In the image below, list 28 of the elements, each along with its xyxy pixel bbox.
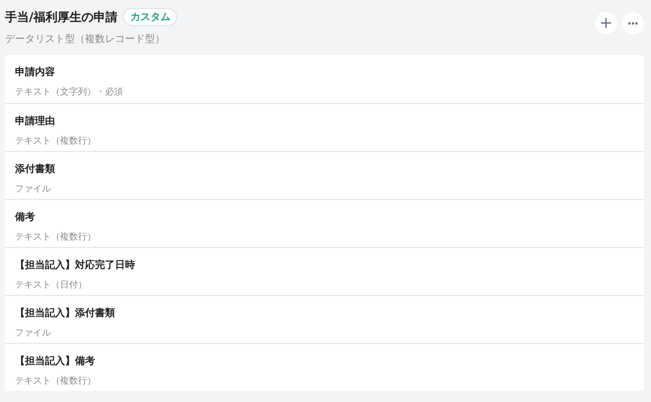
field-type: テキスト（複数行） [15,231,97,244]
field-name: 【担当記入】対応完了日時 [15,258,136,272]
field-row[interactable]: 備考 テキスト（複数行） [5,199,644,247]
field-name: 【担当記入】備考 [15,354,96,368]
plus-icon [601,18,611,28]
add-button[interactable] [595,12,617,34]
field-row[interactable]: 添付書類 ファイル [5,151,644,199]
page-title: 手当/福利厚生の申請 [5,8,118,26]
more-icon [628,22,638,24]
field-type: テキスト（日付） [15,280,88,292]
field-type: テキスト（複数行） [15,375,97,388]
field-type: テキスト（複数行） [15,135,97,148]
field-row[interactable]: 申請内容 テキスト（文字列）・必須 [5,55,644,103]
field-name: 【担当記入】添付書類 [15,306,116,320]
field-name: 申請理由 [15,114,56,128]
page-subtitle: データリスト型（複数レコード型） [5,32,166,46]
field-type: テキスト（文字列）・必須 [15,86,124,98]
field-name: 備考 [15,210,36,224]
field-name: 申請内容 [15,65,56,79]
field-name: 添付書類 [15,162,56,176]
field-type: ファイル [15,328,52,340]
more-button[interactable] [622,12,644,34]
field-row[interactable]: 【担当記入】添付書類 ファイル [5,295,644,343]
field-row[interactable]: 【担当記入】対応完了日時 テキスト（日付） [5,247,644,295]
field-type: ファイル [15,184,52,196]
custom-badge: カスタム [123,8,178,26]
field-row[interactable]: 【担当記入】備考 テキスト（複数行） [5,343,644,391]
field-row[interactable]: 申請理由 テキスト（複数行） [5,103,644,151]
